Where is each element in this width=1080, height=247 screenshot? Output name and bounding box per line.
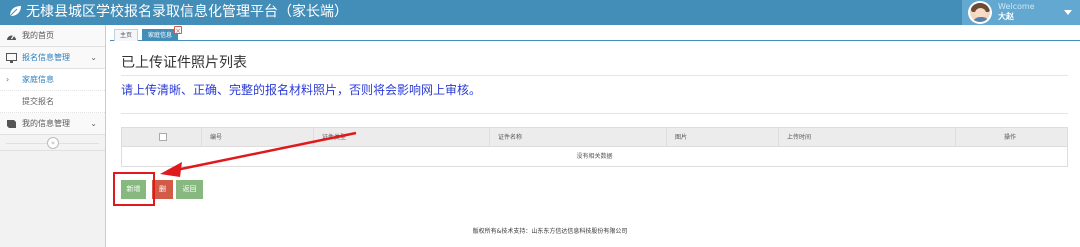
tachometer-icon <box>6 31 17 41</box>
divider <box>121 113 1068 114</box>
delete-button[interactable]: 删 <box>152 180 173 199</box>
sidebar-item-home[interactable]: 我的首页 <box>0 25 105 47</box>
sidebar-item-label: 我的信息管理 <box>22 119 70 128</box>
sidebar-collapse: « <box>0 135 105 151</box>
close-icon[interactable]: × <box>174 26 183 35</box>
app-title: 无棣县城区学校报名录取信息化管理平台（家长端） <box>26 4 348 20</box>
top-navbar: 无棣县城区学校报名录取信息化管理平台（家长端） Welcome 大赵 <box>0 0 1080 25</box>
book-icon <box>6 119 17 129</box>
user-menu[interactable]: Welcome 大赵 <box>962 0 1080 25</box>
caret-down-icon <box>1064 10 1072 15</box>
column-header[interactable]: 证件名称 <box>489 128 666 147</box>
chevron-down-icon: ⌄ <box>90 53 97 62</box>
tab-family-info[interactable]: 家庭信息 × <box>142 26 183 41</box>
sidebar-item-registration[interactable]: 报名信息管理 ⌄ <box>0 47 105 69</box>
divider <box>121 75 1068 76</box>
column-header[interactable]: 上传时间 <box>778 128 955 147</box>
sidebar-item-label: 报名信息管理 <box>22 53 70 62</box>
angle-right-icon: › <box>6 75 10 84</box>
photo-table: 编号 证件类型 证件名称 图片 上传时间 操作 没有相关数据 <box>121 127 1068 167</box>
sidebar-item-label: 我的首页 <box>22 31 54 40</box>
chevron-down-icon: ⌄ <box>90 119 97 128</box>
sidebar: 我的首页 报名信息管理 ⌄ › 家庭信息 提交报名 我的信息管理 ⌄ « <box>0 25 106 247</box>
sidebar-item-my-info[interactable]: 我的信息管理 ⌄ <box>0 113 105 135</box>
column-header[interactable]: 证件类型 <box>313 128 489 147</box>
select-all-checkbox[interactable] <box>159 133 167 141</box>
footer-copyright: 版权所有&技术支持：山东东方信达信息科技股份有限公司 <box>472 228 628 235</box>
avatar <box>968 1 992 24</box>
sidebar-item-label: 家庭信息 <box>22 75 54 84</box>
select-all-cell <box>122 128 201 147</box>
app-brand[interactable]: 无棣县城区学校报名录取信息化管理平台（家长端） <box>8 3 348 21</box>
tab-home[interactable]: 主页 <box>114 29 139 41</box>
empty-row: 没有相关数据 <box>576 153 613 160</box>
table-header: 编号 证件类型 证件名称 图片 上传时间 操作 <box>122 128 1067 147</box>
annotation-highlight-box <box>113 172 155 206</box>
column-header: 操作 <box>955 128 1069 147</box>
leaf-icon <box>9 6 21 17</box>
username: 大赵 <box>998 12 1014 21</box>
desktop-icon <box>6 53 17 63</box>
back-button[interactable]: 返回 <box>176 180 203 199</box>
sidebar-subitem-submit[interactable]: 提交报名 <box>0 91 105 113</box>
upload-notice: 请上传清晰、正确、完整的报名材料照片，否则将会影响网上审核。 <box>121 83 482 97</box>
tab-bar: 主页 家庭信息 × <box>110 26 1080 41</box>
page-title: 已上传证件照片列表 <box>121 55 247 71</box>
sidebar-item-label: 提交报名 <box>22 97 54 106</box>
sidebar-subitem-family-info[interactable]: › 家庭信息 <box>0 69 105 91</box>
column-header[interactable]: 编号 <box>201 128 313 147</box>
welcome-text: Welcome <box>998 2 1035 11</box>
double-angle-left-icon[interactable]: « <box>47 137 59 149</box>
column-header[interactable]: 图片 <box>666 128 778 147</box>
